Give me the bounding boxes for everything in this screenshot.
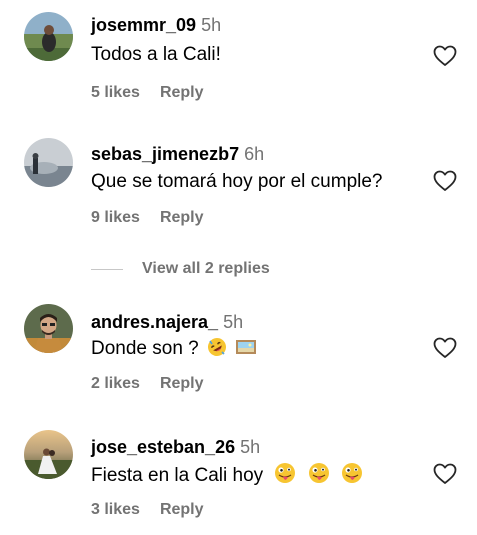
comment-text: Todos a la Cali!	[91, 44, 221, 65]
comment-text: Donde son ?	[91, 337, 257, 361]
rolling-on-floor-laughing-emoji	[208, 338, 227, 356]
avatar[interactable]	[24, 430, 73, 479]
avatar[interactable]	[24, 304, 73, 353]
comment-actions: 3 likes Reply	[91, 500, 204, 520]
comment-text: Fiesta en la Cali hoy	[91, 462, 363, 488]
comment-text: Que se tomará hoy por el cumple?	[91, 171, 383, 192]
reply-button[interactable]: Reply	[160, 501, 204, 518]
view-replies-label: View all 2 replies	[142, 260, 270, 277]
likes-count[interactable]: 2 likes	[91, 375, 140, 392]
comment-actions: 5 likes Reply	[91, 83, 204, 103]
comment-meta: josemmr_09 5h	[91, 14, 221, 36]
comment-meta: jose_esteban_26 5h	[91, 436, 260, 458]
likes-count[interactable]: 5 likes	[91, 84, 140, 101]
reply-button[interactable]: Reply	[160, 209, 204, 226]
zany-face-emoji	[342, 463, 362, 483]
replies-divider	[91, 268, 123, 270]
likes-count[interactable]: 3 likes	[91, 501, 140, 518]
reply-button[interactable]: Reply	[160, 84, 204, 101]
comment-text-content: Fiesta en la Cali hoy	[91, 465, 264, 486]
comment-meta: andres.najera_ 5h	[91, 311, 243, 333]
username[interactable]: josemmr_09	[91, 15, 196, 35]
comment-actions: 2 likes Reply	[91, 374, 204, 394]
timestamp: 5h	[240, 437, 261, 457]
timestamp: 5h	[201, 15, 222, 35]
username[interactable]: jose_esteban_26	[91, 437, 235, 457]
comment-text-content: Donde son ?	[91, 338, 199, 359]
comment-actions: 9 likes Reply	[91, 208, 204, 228]
view-replies-button[interactable]: View all 2 replies	[91, 258, 270, 280]
heart-outline-icon[interactable]	[433, 462, 457, 486]
heart-outline-icon[interactable]	[433, 169, 457, 193]
timestamp: 6h	[244, 144, 265, 164]
username[interactable]: andres.najera_	[91, 312, 218, 332]
timestamp: 5h	[223, 312, 244, 332]
heart-outline-icon[interactable]	[433, 44, 457, 68]
reply-button[interactable]: Reply	[160, 375, 204, 392]
zany-face-emoji	[275, 463, 296, 483]
comment-meta: sebas_jimenezb7 6h	[91, 143, 264, 165]
heart-outline-icon[interactable]	[433, 336, 457, 360]
likes-count[interactable]: 9 likes	[91, 209, 140, 226]
zany-face-emoji	[308, 463, 329, 483]
username[interactable]: sebas_jimenezb7	[91, 144, 239, 164]
avatar[interactable]	[24, 12, 73, 61]
framed-picture-emoji	[236, 340, 257, 354]
avatar[interactable]	[24, 138, 73, 187]
